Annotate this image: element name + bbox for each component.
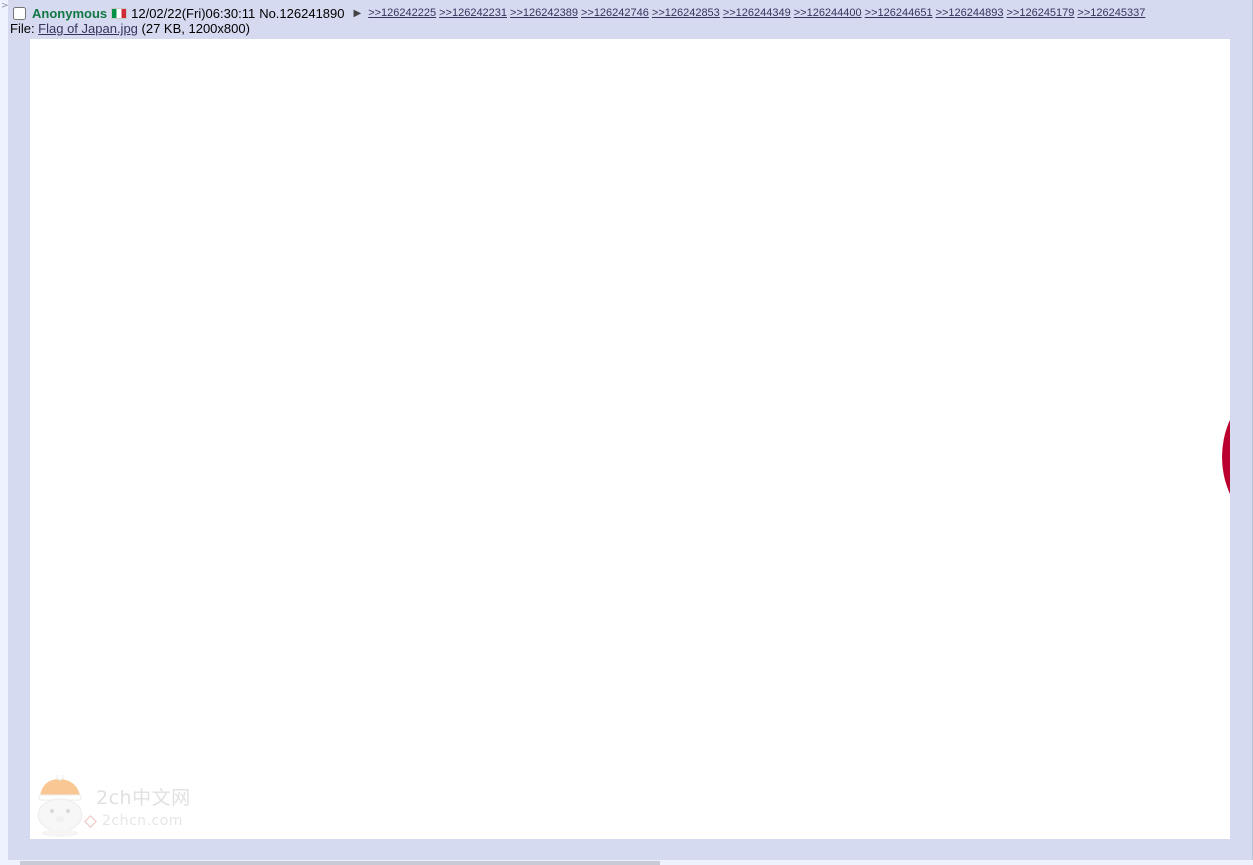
post-info: Anonymous 12/02/22(Fri)06:30:11 No. 12624… [8,4,1145,22]
watermark: 2ch中文网 2chcn.com [34,775,214,837]
backlink[interactable]: >>126242389 [510,7,578,19]
post-menu-triangle-icon[interactable]: ▶ [354,8,362,19]
file-name-link[interactable]: Flag of Japan.jpg [38,21,138,36]
mascot-icon [37,775,83,837]
post-select-checkbox[interactable] [13,6,26,20]
backlink[interactable]: >>126242225 [368,7,436,19]
reply-post: Anonymous 12/02/22(Fri)06:30:11 No. 12624… [8,0,1253,860]
backlinks: >>126242225 >>126242231 >>126242389 >>12624… [368,7,1145,19]
post-date: 12/02/22(Fri)06:30:11 [131,5,256,21]
country-flag-icon [111,7,128,19]
thread-page: > Anonymous 12/02/22(Fri)06:30:11 No. 126… [0,0,1253,865]
bottom-divider [20,861,660,865]
backlink[interactable]: >>126244349 [723,7,791,19]
post-number[interactable]: 126241890 [279,6,344,21]
watermark-url: 2chcn.com [102,813,183,829]
backlink[interactable]: >>126244400 [794,7,862,19]
post-image[interactable]: 2ch中文网 2chcn.com [30,39,1230,839]
file-info: File: Flag of Japan.jpg (27 KB, 1200x800… [10,21,250,36]
backlink[interactable]: >>126242231 [439,7,507,19]
backlink[interactable]: >>126242853 [652,7,720,19]
file-label: File: [10,21,39,36]
backlink[interactable]: >>126242746 [581,7,649,19]
backlink[interactable]: >>126244893 [936,7,1004,19]
poster-name: Anonymous [32,5,108,21]
japan-flag-red-disc [1222,367,1230,547]
file-details: (27 KB, 1200x800) [137,21,250,36]
backlink[interactable]: >>126244651 [865,7,933,19]
post-number-label[interactable]: No. [259,6,279,21]
watermark-title: 2ch中文网 [96,787,191,809]
backlink[interactable]: >>126245179 [1007,7,1075,19]
backlink[interactable]: >>126245337 [1077,7,1145,19]
